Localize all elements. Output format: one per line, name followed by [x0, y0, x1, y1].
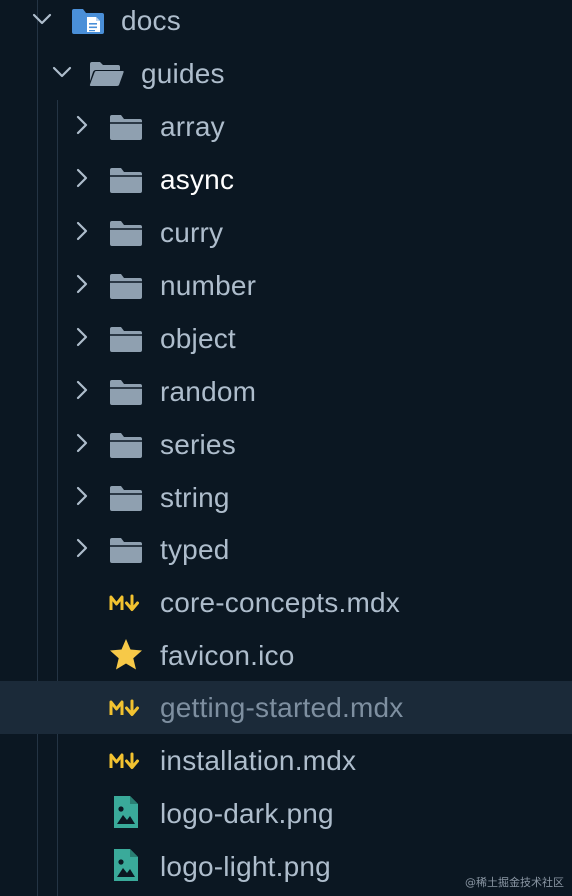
tree-item-label: guides: [141, 58, 225, 89]
star-icon: [108, 638, 144, 670]
tree-item-label: typed: [160, 534, 230, 565]
folder-icon: [108, 271, 144, 301]
markdown-icon: [108, 746, 144, 776]
markdown-icon: [108, 693, 144, 723]
tree-item-file[interactable]: logo-dark.png: [0, 787, 572, 840]
tree-item-folder[interactable]: typed: [0, 523, 572, 576]
tree-item-label: random: [160, 376, 257, 407]
tree-item-folder[interactable]: string: [0, 471, 572, 524]
markdown-icon: [108, 588, 144, 618]
image-icon: [108, 847, 144, 881]
chevron-right-icon[interactable]: [70, 378, 94, 402]
folder-icon: [108, 430, 144, 460]
tree-item-label: installation.mdx: [160, 745, 357, 776]
folder-open-icon: [88, 59, 124, 89]
tree-item-label: array: [160, 111, 225, 142]
tree-item-label: string: [160, 482, 230, 513]
tree-item-label: logo-dark.png: [160, 798, 334, 829]
docs-folder-icon: [70, 6, 106, 36]
tree-item-label: curry: [160, 217, 224, 248]
chevron-right-icon[interactable]: [70, 113, 94, 137]
tree-item-label: getting-started.mdx: [160, 692, 404, 723]
tree-item-label: number: [160, 270, 257, 301]
chevron-right-icon[interactable]: [70, 536, 94, 560]
chevron-right-icon[interactable]: [70, 484, 94, 508]
tree-item-folder[interactable]: random: [0, 365, 572, 418]
tree-item-label: favicon.ico: [160, 640, 295, 671]
tree-item-folder[interactable]: object: [0, 312, 572, 365]
tree-item-label: docs: [121, 5, 181, 36]
tree-item-file[interactable]: favicon.ico: [0, 629, 572, 682]
tree-item-guides[interactable]: guides: [0, 47, 572, 100]
tree-item-folder[interactable]: async: [0, 153, 572, 206]
chevron-right-icon[interactable]: [70, 166, 94, 190]
tree-item-label: object: [160, 323, 236, 354]
tree-item-folder[interactable]: curry: [0, 206, 572, 259]
tree-item-file[interactable]: core-concepts.mdx: [0, 576, 572, 629]
file-explorer: docs guides array async curry number obj…: [0, 0, 572, 896]
chevron-right-icon[interactable]: [70, 219, 94, 243]
tree-item-label: core-concepts.mdx: [160, 587, 400, 618]
chevron-right-icon[interactable]: [70, 272, 94, 296]
chevron-right-icon[interactable]: [70, 325, 94, 349]
folder-icon: [108, 112, 144, 142]
watermark: @稀土掘金技术社区: [465, 876, 564, 889]
folder-icon: [108, 324, 144, 354]
tree-item-label: logo-light.png: [160, 851, 331, 882]
tree-item-file-selected[interactable]: getting-started.mdx: [0, 681, 572, 734]
tree-item-folder[interactable]: series: [0, 418, 572, 471]
folder-icon: [108, 535, 144, 565]
tree-item-folder[interactable]: number: [0, 259, 572, 312]
folder-icon: [108, 165, 144, 195]
tree-item-docs[interactable]: docs: [0, 0, 572, 47]
folder-icon: [108, 483, 144, 513]
chevron-down-icon[interactable]: [30, 7, 54, 31]
folder-icon: [108, 377, 144, 407]
folder-icon: [108, 218, 144, 248]
chevron-down-icon[interactable]: [50, 60, 74, 84]
image-icon: [108, 794, 144, 828]
tree-item-label: async: [160, 164, 235, 195]
tree-item-label: series: [160, 429, 236, 460]
chevron-right-icon[interactable]: [70, 431, 94, 455]
tree-item-file[interactable]: installation.mdx: [0, 734, 572, 787]
tree-item-folder[interactable]: array: [0, 100, 572, 153]
